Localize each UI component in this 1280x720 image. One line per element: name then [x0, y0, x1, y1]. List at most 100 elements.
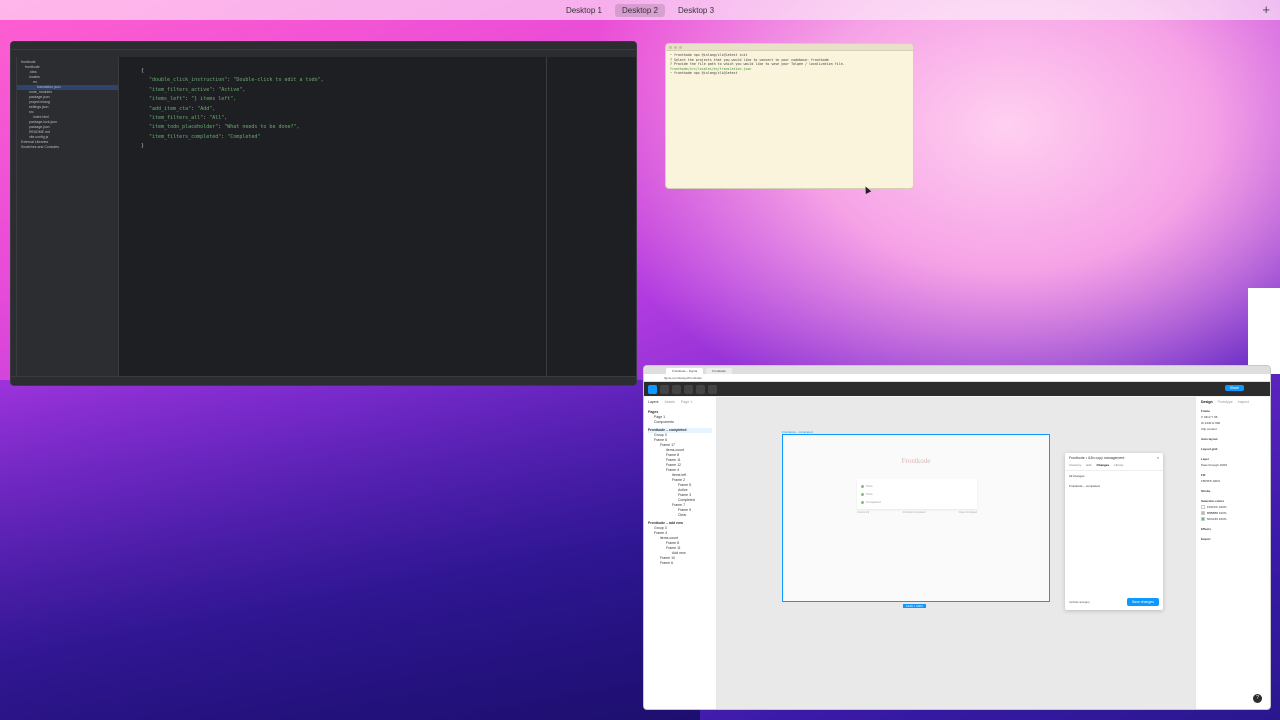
- space-desktop-1[interactable]: Desktop 1: [559, 4, 609, 17]
- save-changes-button[interactable]: Save changes: [1126, 598, 1159, 606]
- property-label: F5F5F5 100%: [1201, 479, 1221, 483]
- property-section-header[interactable]: Stroke: [1201, 488, 1265, 494]
- todo-text: Completed: [866, 500, 881, 504]
- todo-row[interactable]: Todo: [861, 490, 973, 498]
- minimize-dot-icon[interactable]: [674, 45, 677, 49]
- pen-tool-icon[interactable]: [684, 384, 693, 394]
- terminal-titlebar[interactable]: [666, 44, 913, 51]
- color-swatch[interactable]: [1201, 511, 1205, 516]
- plugin-tab[interactable]: Changes: [1097, 463, 1110, 467]
- share-button[interactable]: Share: [1224, 385, 1244, 391]
- todo-footer-count: 2 items left: [857, 511, 870, 514]
- code-line[interactable]: "item_todo_placeholder": "What needs to …: [141, 123, 324, 132]
- editor-gutter: [119, 57, 137, 376]
- plugin-window[interactable]: Frontkode • i18n copy management × Inven…: [1065, 453, 1163, 610]
- tab-assets[interactable]: Assets: [665, 400, 676, 404]
- plugin-tab[interactable]: Edit: [1086, 463, 1091, 467]
- inspector-tab[interactable]: Design: [1201, 400, 1213, 404]
- todo-footer-clear: Clear completed: [958, 511, 977, 514]
- code-line[interactable]: }: [141, 142, 324, 151]
- code-line[interactable]: {: [141, 67, 324, 76]
- shape-tool-icon[interactable]: [672, 384, 681, 394]
- code-brace: }: [141, 143, 145, 150]
- space-desktop-3[interactable]: Desktop 3: [671, 4, 721, 17]
- todo-text: Todo: [866, 492, 873, 496]
- property-section-header[interactable]: Effects: [1201, 526, 1265, 532]
- code-content[interactable]: {"double_click_instruction": "Double-cli…: [141, 67, 324, 152]
- code-line[interactable]: "add_item_cta": "Add",: [141, 105, 324, 114]
- terminal-window[interactable]: ~ frontkode npx @inlang/cli@latest init?…: [665, 43, 914, 189]
- todo-row[interactable]: Completed: [861, 498, 973, 506]
- code-key: "item_filters_active": [149, 86, 213, 93]
- text-tool-icon[interactable]: [696, 384, 705, 394]
- zoom-dot-icon[interactable]: [679, 45, 682, 49]
- include-assigns-checkbox[interactable]: Include assigns: [1069, 600, 1090, 604]
- tab-layers[interactable]: Layers: [648, 400, 659, 404]
- property-section-header[interactable]: Auto layout: [1201, 436, 1265, 442]
- code-line[interactable]: "item_filters_all": "All",: [141, 114, 324, 123]
- code-value: "What needs to be done?",: [224, 124, 300, 131]
- property-label: Layer: [1201, 457, 1210, 461]
- browser-tab[interactable]: Frontkode: [706, 368, 732, 374]
- figma-canvas[interactable]: Frontkode – completed Frontkode Todo Todo…: [717, 397, 1195, 709]
- property-row[interactable]: Clip content: [1201, 426, 1265, 432]
- layers-panel[interactable]: Layers Assets Page 1 Pages Page 1 Compon…: [644, 397, 717, 709]
- code-line[interactable]: "item_filters_active": "Active",: [141, 86, 324, 95]
- wallpaper-dark: [0, 380, 700, 720]
- page-item[interactable]: Components: [648, 420, 712, 425]
- checkbox-icon[interactable]: [861, 484, 864, 488]
- color-swatch[interactable]: [1201, 517, 1205, 522]
- todo-footer-filters: All Active Completed: [902, 511, 926, 514]
- layer-item[interactable]: Clear: [648, 513, 712, 518]
- todo-row[interactable]: Todo: [861, 482, 973, 490]
- properties-panel[interactable]: Design Prototype Inspect Frame X 3312 Y 96 W…: [1195, 397, 1270, 709]
- project-tree[interactable]: frontkode frontkode .idea locales en translat…: [17, 57, 119, 376]
- help-button[interactable]: ?: [1253, 694, 1262, 703]
- plugin-change-row[interactable]: Frontkode – completed: [1065, 481, 1163, 491]
- code-value: "Active",: [218, 86, 246, 93]
- property-label: Clip content: [1201, 427, 1217, 431]
- close-icon[interactable]: ×: [1157, 456, 1159, 460]
- property-row[interactable]: F5F5F5 100%: [1201, 478, 1265, 484]
- figma-window[interactable]: Frontkode – Figma Frontkode figma.com/de…: [643, 365, 1271, 710]
- code-line[interactable]: "item_filters_completed": "Completed": [141, 133, 324, 142]
- inspector-tab[interactable]: Prototype: [1218, 400, 1233, 404]
- plugin-section-header[interactable]: All changes: [1065, 471, 1163, 481]
- address-bar[interactable]: figma.com/design/Frontkode: [644, 374, 1270, 382]
- code-line[interactable]: "double_click_instruction": "Double-clic…: [141, 76, 324, 85]
- property-row[interactable]: Pass through 100%: [1201, 462, 1265, 468]
- inspector-tab[interactable]: Inspect: [1238, 400, 1249, 404]
- code-editor[interactable]: {"double_click_instruction": "Double-cli…: [119, 57, 636, 376]
- page-selector[interactable]: Page 1: [681, 400, 692, 404]
- ide-titlebar[interactable]: [11, 42, 636, 50]
- color-swatch[interactable]: [1201, 505, 1205, 510]
- layer-item[interactable]: Frame 6: [648, 561, 712, 566]
- comment-tool-icon[interactable]: [708, 384, 717, 394]
- code-value: "Double-click to edit a todo",: [233, 77, 324, 84]
- move-tool-icon[interactable]: [648, 384, 657, 394]
- terminal-output[interactable]: ~ frontkode npx @inlang/cli@latest init?…: [666, 51, 913, 78]
- code-value: "Completed": [227, 133, 261, 140]
- plugin-tab[interactable]: Inventory: [1069, 463, 1081, 467]
- plugin-tab[interactable]: Library: [1114, 463, 1123, 467]
- design-frame[interactable]: Frontkode Todo Todo Completed 2 items left…: [782, 434, 1050, 602]
- property-row[interactable]: 5DC165 100%: [1201, 516, 1265, 522]
- space-desktop-2[interactable]: Desktop 2: [614, 3, 666, 17]
- tree-item[interactable]: Scratches and Consoles: [17, 145, 118, 150]
- property-section-header[interactable]: Layout grid: [1201, 446, 1265, 452]
- todo-card[interactable]: Todo Todo Completed: [857, 479, 977, 509]
- checkbox-icon[interactable]: [861, 500, 864, 504]
- code-key: "add_item_cta": [149, 105, 192, 112]
- add-space-button[interactable]: +: [1262, 2, 1270, 17]
- checkbox-icon[interactable]: [861, 492, 864, 496]
- property-label: Export: [1201, 537, 1211, 541]
- code-line[interactable]: "items_left": "} items left",: [141, 95, 324, 104]
- frame-tool-icon[interactable]: [660, 384, 669, 394]
- property-label: Auto layout: [1201, 437, 1218, 441]
- property-section-header[interactable]: Export: [1201, 536, 1265, 542]
- ide-window[interactable]: frontkode frontkode .idea locales en translat…: [10, 41, 637, 386]
- browser-tab[interactable]: Frontkode – Figma: [666, 368, 704, 374]
- property-label: Frame: [1201, 409, 1211, 413]
- close-dot-icon[interactable]: [669, 45, 672, 49]
- property-label: Fill: [1201, 473, 1206, 477]
